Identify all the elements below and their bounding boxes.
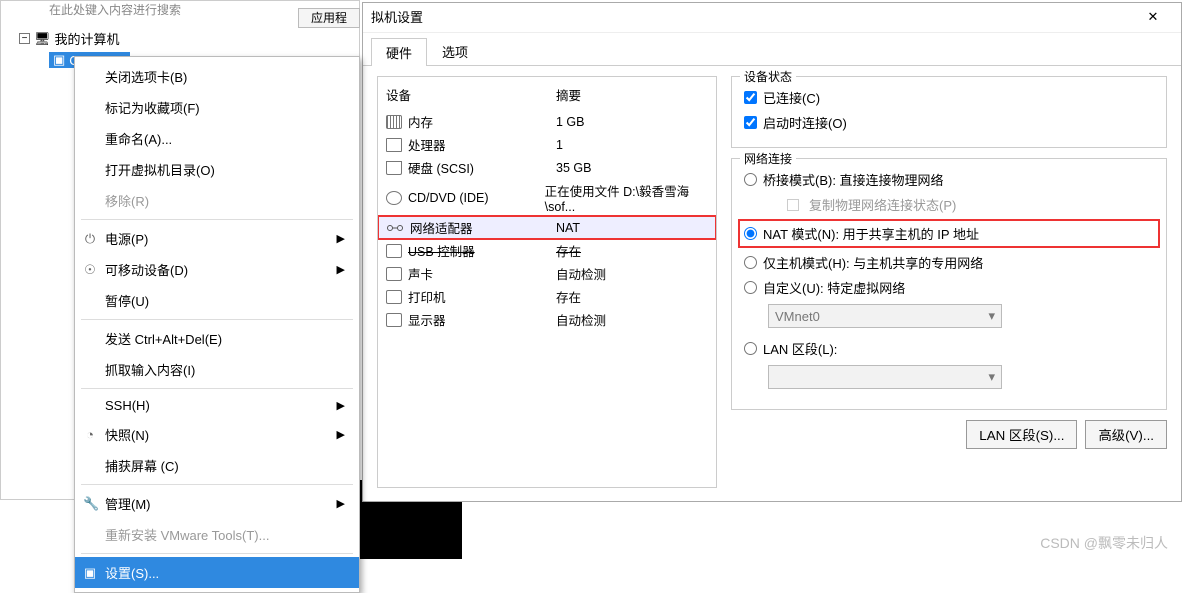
vm-icon: ▣ [53, 52, 65, 68]
usb-icon [386, 244, 402, 258]
network-connection-legend: 网络连接 [740, 150, 796, 167]
col-device: 设备 [386, 85, 556, 104]
tree-root-my-computer[interactable]: − 🖥 我的计算机 [19, 29, 130, 48]
rb-custom[interactable]: 自定义(U): 特定虚拟网络 [744, 275, 1154, 300]
rb-lan-segment[interactable]: LAN 区段(L): [744, 336, 1154, 361]
cpu-icon [386, 138, 402, 152]
disk-icon [386, 161, 402, 175]
ctx-grab-input[interactable]: 抓取输入内容(I) [75, 354, 359, 385]
cb-copy-physical-state: 复制物理网络连接状态(P) [768, 192, 1154, 217]
sound-icon [386, 267, 402, 281]
ctx-separator [81, 319, 353, 320]
memory-icon [386, 115, 402, 129]
ctx-capture-screen[interactable]: 捕获屏幕 (C) [75, 450, 359, 481]
rb-bridged-input[interactable] [744, 173, 757, 186]
ctx-settings[interactable]: ▣设置(S)... [75, 557, 359, 588]
ctx-separator [81, 219, 353, 220]
device-row-cddvd[interactable]: CD/DVD (IDE)正在使用文件 D:\毅香雪海\sof... [378, 179, 716, 216]
ctx-power[interactable]: ⏻电源(P)▶ [75, 223, 359, 254]
device-row-network-adapter[interactable]: 网络适配器NAT [378, 216, 716, 239]
ctx-separator [81, 553, 353, 554]
ctx-manage[interactable]: 🔧管理(M)▶ [75, 488, 359, 519]
cb-connected-input[interactable] [744, 91, 757, 104]
power-icon: ⏻ [83, 231, 97, 247]
chevron-right-icon: ▶ [337, 232, 345, 245]
ctx-close-tab[interactable]: 关闭选项卡(B) [75, 61, 359, 92]
display-icon [386, 313, 402, 327]
chevron-down-icon: ▾ [988, 369, 995, 385]
rb-custom-input[interactable] [744, 281, 757, 294]
tree-root-label: 我的计算机 [55, 29, 120, 48]
device-row-cpu[interactable]: 处理器1 [378, 133, 716, 156]
ctx-pause[interactable]: 暂停(U) [75, 285, 359, 316]
ctx-snapshot[interactable]: ◔快照(N)▶ [75, 419, 359, 450]
rb-host-only[interactable]: 仅主机模式(H): 与主机共享的专用网络 [744, 250, 1154, 275]
chevron-right-icon: ▶ [337, 428, 345, 441]
rb-nat[interactable]: NAT 模式(N): 用于共享主机的 IP 地址 [740, 221, 1158, 246]
device-row-usb[interactable]: USB 控制器存在 [378, 239, 716, 262]
device-row-memory[interactable]: 内存1 GB [378, 110, 716, 133]
rb-nat-input[interactable] [744, 227, 757, 240]
settings-icon: ▣ [83, 565, 97, 581]
ctx-open-vm-dir[interactable]: 打开虚拟机目录(O) [75, 154, 359, 185]
ctx-separator [81, 388, 353, 389]
dialog-tabs: 硬件 选项 [363, 37, 1181, 66]
cb-connect-on-start-input[interactable] [744, 116, 757, 129]
col-summary: 摘要 [556, 85, 581, 104]
ctx-removable-devices[interactable]: ☉可移动设备(D)▶ [75, 254, 359, 285]
cb-connect-on-start[interactable]: 启动时连接(O) [744, 110, 1154, 135]
watermark: CSDN @飘零未归人 [1040, 533, 1168, 553]
network-icon [386, 221, 404, 235]
cb-connected[interactable]: 已连接(C) [744, 85, 1154, 110]
network-connection-group: 网络连接 桥接模式(B): 直接连接物理网络 复制物理网络连接状态(P) NAT… [731, 158, 1167, 410]
chevron-right-icon: ▶ [337, 263, 345, 276]
vm-context-menu: 关闭选项卡(B) 标记为收藏项(F) 重命名(A)... 打开虚拟机目录(O) … [74, 56, 360, 593]
search-placeholder: 在此处键入内容进行搜索 [47, 1, 183, 18]
rb-bridged[interactable]: 桥接模式(B): 直接连接物理网络 [744, 167, 1154, 192]
ctx-separator [81, 484, 353, 485]
snapshot-icon: ◔ [83, 427, 97, 442]
computer-icon: 🖥 [34, 31, 51, 47]
app-tab[interactable]: 应用程 [298, 8, 360, 28]
chevron-down-icon: ▾ [988, 308, 995, 324]
device-row-sound[interactable]: 声卡自动检测 [378, 262, 716, 285]
btn-lan-segments[interactable]: LAN 区段(S)... [966, 420, 1077, 449]
dialog-close-button[interactable]: ✕ [1133, 9, 1173, 25]
printer-icon [386, 290, 402, 304]
device-row-display[interactable]: 显示器自动检测 [378, 308, 716, 331]
device-list-header: 设备 摘要 [378, 83, 716, 110]
ctx-rename[interactable]: 重命名(A)... [75, 123, 359, 154]
vm-settings-dialog: 拟机设置 ✕ 硬件 选项 设备 摘要 内存1 GB 处理器1 硬盘 (SCSI)… [362, 2, 1182, 502]
btn-advanced[interactable]: 高级(V)... [1085, 420, 1167, 449]
cd-icon [386, 191, 402, 205]
tab-hardware[interactable]: 硬件 [371, 38, 427, 66]
device-list: 设备 摘要 内存1 GB 处理器1 硬盘 (SCSI)35 GB CD/DVD … [377, 76, 717, 488]
chevron-right-icon: ▶ [337, 399, 345, 412]
rb-host-only-input[interactable] [744, 256, 757, 269]
select-lan-segment: ▾ [768, 365, 1002, 389]
ctx-send-cad[interactable]: 发送 Ctrl+Alt+Del(E) [75, 323, 359, 354]
wrench-icon: 🔧 [83, 496, 97, 512]
tree-collapse-icon[interactable]: − [19, 33, 30, 44]
ctx-reinstall-tools: 重新安装 VMware Tools(T)... [75, 519, 359, 550]
devices-icon: ☉ [83, 262, 97, 278]
chevron-right-icon: ▶ [337, 497, 345, 510]
device-detail-panel: 设备状态 已连接(C) 启动时连接(O) 网络连接 桥接模式(B): 直接连接物… [731, 76, 1167, 488]
select-vmnet: VMnet0▾ [768, 304, 1002, 328]
rb-lan-segment-input[interactable] [744, 342, 757, 355]
tab-options[interactable]: 选项 [427, 37, 483, 65]
device-status-legend: 设备状态 [740, 68, 796, 85]
device-row-disk[interactable]: 硬盘 (SCSI)35 GB [378, 156, 716, 179]
ctx-mark-favorite[interactable]: 标记为收藏项(F) [75, 92, 359, 123]
ctx-remove: 移除(R) [75, 185, 359, 216]
device-row-printer[interactable]: 打印机存在 [378, 285, 716, 308]
device-status-group: 设备状态 已连接(C) 启动时连接(O) [731, 76, 1167, 148]
dialog-title: 拟机设置 [371, 7, 423, 26]
ctx-ssh[interactable]: SSH(H)▶ [75, 392, 359, 419]
